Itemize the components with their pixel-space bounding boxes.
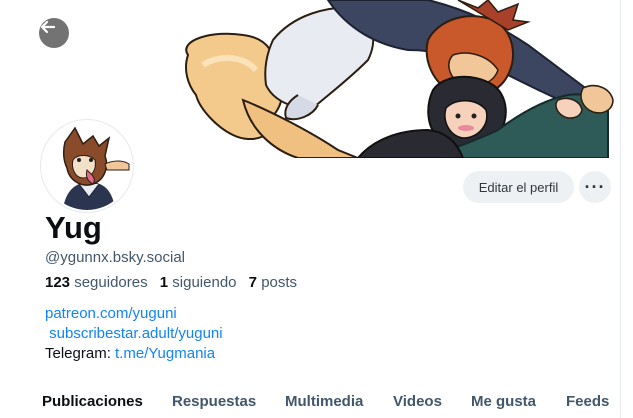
followers-label: seguidores: [74, 274, 148, 291]
following-stat[interactable]: 1 siguiendo: [160, 274, 237, 291]
display-name: Yug: [45, 210, 102, 245]
profile-tabs: Publicaciones Respuestas Multimedia Vide…: [28, 390, 620, 418]
tab-feeds[interactable]: Feeds: [566, 393, 609, 410]
edit-profile-button[interactable]: Editar el perfil: [463, 171, 574, 203]
following-count: 1: [159, 274, 169, 291]
more-options-button[interactable]: ···: [579, 171, 611, 203]
followers-stat[interactable]: 123 seguidores: [45, 274, 148, 291]
posts-stat: 7 posts: [249, 274, 297, 291]
followers-count: 123: [45, 274, 71, 291]
profile-handle: @ygunnx.bsky.social: [45, 249, 186, 266]
profile-bio: patreon.com/yuguni subscribestar.adult/y…: [45, 304, 223, 364]
telegram-link[interactable]: t.me/Yugmania: [115, 345, 215, 362]
avatar[interactable]: [41, 120, 133, 212]
posts-count: 7: [248, 274, 258, 291]
back-button[interactable]: [39, 18, 69, 48]
right-border: [620, 0, 621, 418]
tab-me-gusta[interactable]: Me gusta: [471, 393, 536, 410]
arrow-left-icon: [40, 20, 56, 34]
tab-multimedia[interactable]: Multimedia: [285, 393, 363, 410]
following-label: siguiendo: [172, 274, 237, 291]
profile-page: Editar el perfil ··· Yug @ygunnx.bsky.so…: [28, 0, 620, 418]
avatar-image: [43, 122, 131, 210]
patreon-link[interactable]: patreon.com/yuguni: [45, 305, 177, 322]
profile-stats: 123 seguidores 1 siguiendo 7 posts: [45, 274, 297, 291]
tab-videos[interactable]: Videos: [393, 393, 442, 410]
tab-publicaciones[interactable]: Publicaciones: [42, 393, 143, 410]
ellipsis-icon: ···: [584, 176, 606, 197]
tab-respuestas[interactable]: Respuestas: [172, 393, 256, 410]
telegram-label: Telegram:: [45, 345, 116, 362]
posts-label: posts: [261, 274, 298, 291]
subscribestar-link[interactable]: subscribestar.adult/yuguni: [49, 325, 222, 342]
